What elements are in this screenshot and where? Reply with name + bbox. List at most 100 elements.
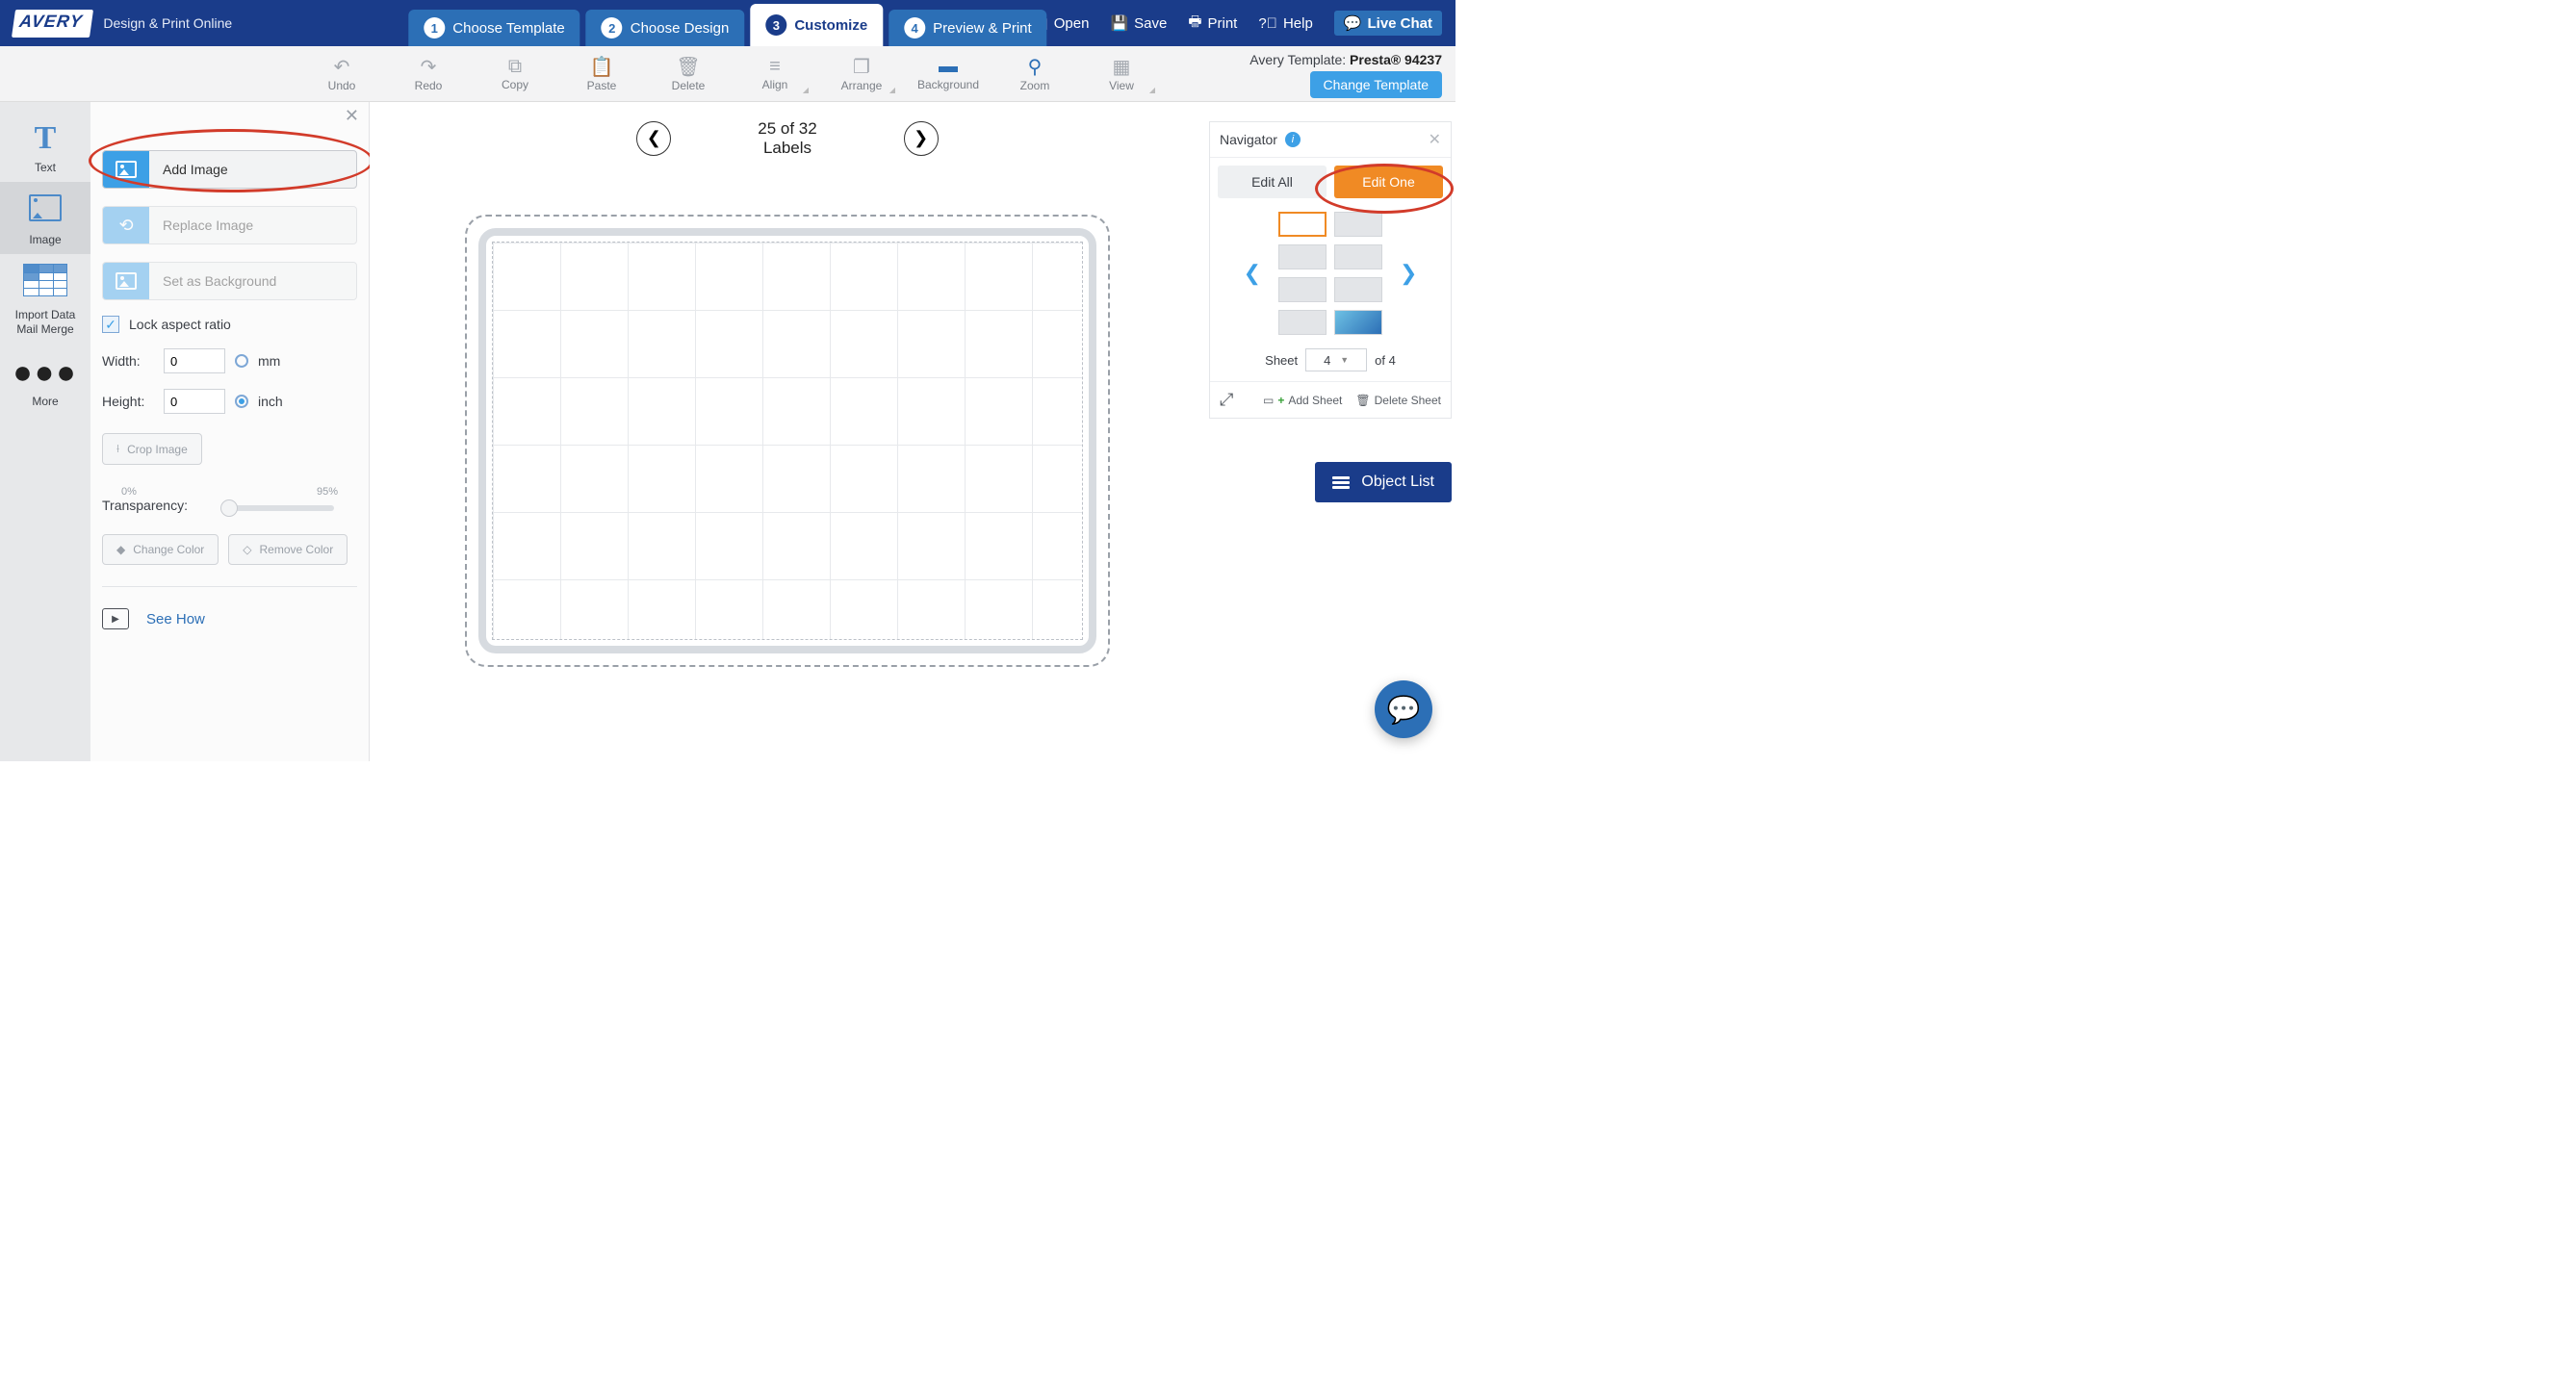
rail-import-data[interactable]: Import Data Mail Merge	[0, 254, 90, 344]
delete-button[interactable]: 🗑Delete	[645, 46, 732, 102]
expand-icon[interactable]: ⤢	[1220, 390, 1233, 410]
lock-aspect-row[interactable]: ✓ Lock aspect ratio	[102, 316, 357, 333]
save-label: Save	[1134, 15, 1167, 32]
object-list-button[interactable]: Object List	[1315, 462, 1452, 502]
replace-image-button: ⟲ Replace Image	[102, 206, 357, 244]
dropdown-caret-icon: ◢	[889, 86, 895, 94]
transparency-label: Transparency:	[102, 498, 188, 513]
step-choose-design[interactable]: 2 Choose Design	[586, 10, 745, 46]
paint-remove-icon: ◇	[243, 543, 251, 556]
replace-icon: ⟲	[103, 207, 149, 243]
edit-one-tab[interactable]: Edit One	[1334, 166, 1443, 198]
undo-button[interactable]: ↶Undo	[298, 46, 385, 102]
height-label: Height:	[102, 394, 154, 409]
help-button[interactable]: ?⃝ Help	[1258, 15, 1312, 32]
label-thumb-3[interactable]	[1278, 244, 1327, 269]
template-info: Avery Template: Presta® 94237 Change Tem…	[1249, 52, 1442, 98]
chat-bubble-icon: 💬	[1387, 694, 1421, 726]
zoom-icon: ⚲	[1028, 55, 1043, 79]
info-icon[interactable]: i	[1285, 132, 1301, 147]
edit-all-tab[interactable]: Edit All	[1218, 166, 1327, 198]
image-options-panel: ✕ Add Image ⟲ Replace Image Set as Backg…	[90, 102, 370, 761]
transparency-slider[interactable]	[220, 505, 334, 511]
label-thumb-6[interactable]	[1334, 277, 1382, 302]
canvas-area: ❮ 25 of 32 Labels ❯	[370, 102, 1205, 761]
live-chat-button[interactable]: 💬 Live Chat	[1334, 11, 1442, 36]
step-label: Preview & Print	[933, 20, 1032, 37]
grid-icon: ▦	[1113, 55, 1131, 79]
height-input[interactable]	[164, 389, 225, 414]
next-label-button[interactable]: ❯	[904, 121, 939, 156]
object-list-label: Object List	[1361, 473, 1434, 491]
navigator-title: Navigator	[1220, 132, 1277, 147]
thumbs-next-icon[interactable]: ❯	[1396, 261, 1421, 286]
width-input[interactable]	[164, 348, 225, 373]
image-icon	[0, 192, 90, 231]
add-image-label: Add Image	[149, 162, 228, 177]
step-choose-template[interactable]: 1 Choose Template	[408, 10, 580, 46]
template-prefix: Avery Template:	[1249, 52, 1350, 67]
step-preview-print[interactable]: 4 Preview & Print	[889, 10, 1047, 46]
copy-icon: ⧉	[508, 56, 522, 78]
print-button[interactable]: 🖶 Print	[1188, 12, 1237, 36]
edit-toolbar: ↶Undo ↷Redo ⧉Copy 📋Paste 🗑Delete ≡Align◢…	[0, 46, 1455, 102]
transparency-max: 95%	[317, 486, 338, 498]
more-icon: ●●●	[0, 353, 90, 393]
save-button[interactable]: 💾 Save	[1110, 14, 1167, 32]
arrange-button[interactable]: ❐Arrange◢	[818, 46, 905, 102]
height-row: Height: inch	[102, 389, 357, 414]
step-number: 2	[602, 17, 623, 38]
paste-button[interactable]: 📋Paste	[558, 46, 645, 102]
unit-mm-radio[interactable]	[235, 354, 248, 368]
checkbox-icon[interactable]: ✓	[102, 316, 119, 333]
rail-image[interactable]: Image	[0, 182, 90, 254]
align-button[interactable]: ≡Align◢	[732, 46, 818, 102]
delete-sheet-button[interactable]: 🗑 Delete Sheet	[1355, 394, 1441, 407]
label-thumb-8[interactable]	[1334, 310, 1382, 335]
background-button[interactable]: ▬Background	[905, 46, 992, 102]
unit-inch-radio[interactable]	[235, 395, 248, 408]
step-number: 4	[904, 17, 925, 38]
sheet-select[interactable]: 4 ▼	[1305, 348, 1367, 371]
paste-icon: 📋	[590, 55, 614, 79]
zoom-button[interactable]: ⚲Zoom	[992, 46, 1078, 102]
add-sheet-icon: ▭+	[1263, 394, 1284, 407]
rail-text[interactable]: T Text	[0, 110, 90, 182]
label-thumb-4[interactable]	[1334, 244, 1382, 269]
thumbs-prev-icon[interactable]: ❮	[1240, 261, 1265, 286]
chat-fab[interactable]: 💬	[1375, 680, 1432, 738]
step-customize[interactable]: 3 Customize	[750, 4, 883, 46]
view-button[interactable]: ▦View◢	[1078, 46, 1165, 102]
label-thumbnails: ❮ ❯	[1210, 198, 1451, 345]
navigator-close-icon[interactable]: ✕	[1429, 130, 1441, 149]
unit-mm-label: mm	[258, 353, 280, 369]
label-thumb-7[interactable]	[1278, 310, 1327, 335]
redo-button[interactable]: ↷Redo	[385, 46, 472, 102]
paint-icon: ◆	[116, 543, 125, 556]
align-icon: ≡	[769, 56, 781, 78]
slider-knob[interactable]	[220, 499, 238, 517]
wizard-steps: 1 Choose Template 2 Choose Design 3 Cust…	[405, 0, 1049, 46]
label-thumb-2[interactable]	[1334, 212, 1382, 237]
step-label: Customize	[794, 17, 867, 34]
save-icon: 💾	[1110, 14, 1128, 32]
copy-button[interactable]: ⧉Copy	[472, 46, 558, 102]
add-image-button[interactable]: Add Image	[102, 150, 357, 189]
print-label: Print	[1208, 15, 1238, 32]
see-how-link[interactable]: ▶ See How	[102, 608, 357, 629]
prev-label-button[interactable]: ❮	[636, 121, 671, 156]
header-actions: ⬓ Open 💾 Save 🖶 Print ?⃝ Help 💬 Live Cha…	[1035, 11, 1442, 36]
open-label: Open	[1054, 15, 1090, 32]
step-label: Choose Template	[452, 20, 564, 37]
add-sheet-button[interactable]: ▭+ Add Sheet	[1263, 394, 1342, 407]
label-thumb-5[interactable]	[1278, 277, 1327, 302]
lock-aspect-label: Lock aspect ratio	[129, 317, 231, 332]
remove-color-button: ◇ Remove Color	[228, 534, 348, 565]
label-thumb-1[interactable]	[1278, 212, 1327, 237]
label-canvas[interactable]	[465, 215, 1110, 667]
dropdown-caret-icon: ◢	[803, 86, 809, 94]
change-template-button[interactable]: Change Template	[1310, 71, 1442, 98]
panel-close-icon[interactable]: ✕	[345, 106, 359, 126]
help-label: Help	[1283, 15, 1313, 32]
rail-more[interactable]: ●●● More	[0, 344, 90, 416]
